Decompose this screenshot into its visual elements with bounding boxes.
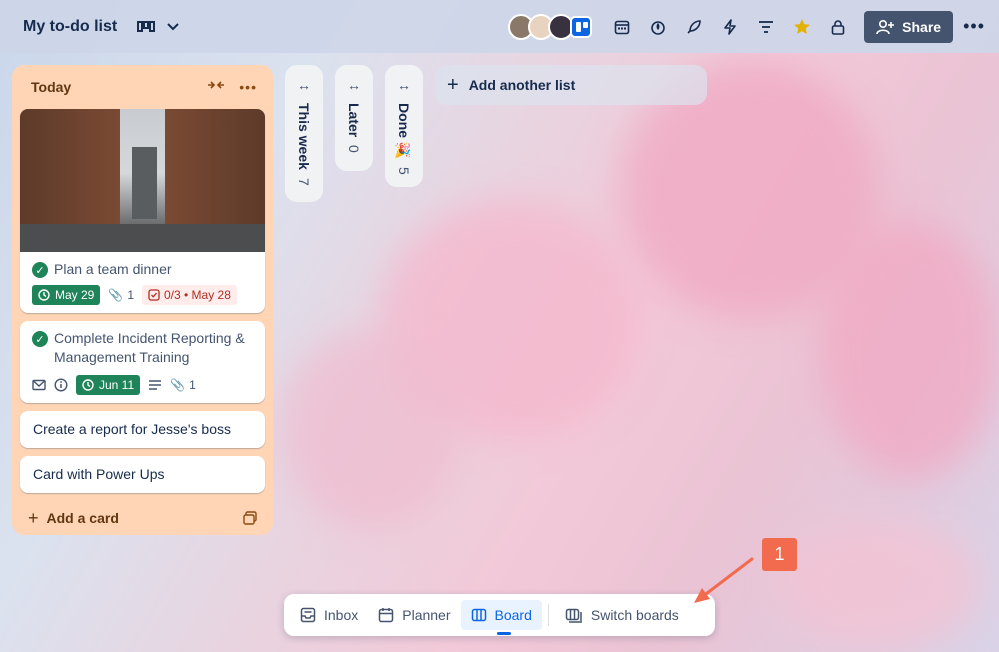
add-person-icon <box>876 19 895 34</box>
list-title: Later <box>346 103 362 138</box>
card-count: 0 <box>346 145 362 154</box>
board-menu-more-icon[interactable]: ••• <box>963 16 985 37</box>
filter-icon[interactable] <box>748 11 784 43</box>
info-icon <box>54 378 68 392</box>
due-date-text: May 29 <box>55 288 95 302</box>
list-title: Done 🎉 <box>396 103 412 159</box>
card-count: 7 <box>296 177 312 186</box>
member-avatars[interactable] <box>508 13 593 40</box>
blossom-blur <box>780 520 980 650</box>
board-view-switcher[interactable] <box>137 20 179 34</box>
nav-switch-boards[interactable]: Switch boards <box>555 600 689 630</box>
nav-inbox[interactable]: Inbox <box>290 600 368 630</box>
list-done-collapsed[interactable]: ↔ Done 🎉 5 <box>385 65 423 187</box>
card-title: Complete Incident Reporting & Management… <box>54 330 245 365</box>
nav-label: Planner <box>402 607 451 623</box>
due-date-text: Jun 11 <box>99 378 135 392</box>
nav-divider <box>547 604 549 626</box>
rocket-icon[interactable] <box>676 11 712 43</box>
bottom-navigation: Inbox Planner Board Switch boards <box>284 594 715 636</box>
nav-planner[interactable]: Planner <box>368 600 460 630</box>
attachment-count: 1 <box>189 378 196 392</box>
automation-bolt-icon[interactable] <box>712 11 748 43</box>
expand-list-icon[interactable]: ↔ <box>297 77 311 93</box>
card-template-icon[interactable] <box>243 511 257 525</box>
list-header: Today ••• <box>20 73 265 101</box>
clock-icon <box>38 289 50 301</box>
plus-icon: + <box>447 73 459 96</box>
calendar-icon <box>379 608 394 623</box>
board-title[interactable]: My to-do list <box>23 18 117 36</box>
complete-check-icon[interactable]: ✓ <box>32 262 48 278</box>
nav-label: Switch boards <box>590 607 679 623</box>
paperclip-icon: 📎 <box>108 288 124 302</box>
switch-boards-icon <box>565 608 582 623</box>
card-title: Plan a team dinner <box>54 261 172 277</box>
card-report-jesse[interactable]: Create a report for Jesse's boss <box>20 411 265 448</box>
add-list-label: Add another list <box>468 77 576 93</box>
attachments-badge: 📎 1 <box>108 288 134 302</box>
calendar-powerup-icon[interactable] <box>604 11 640 43</box>
card-plan-team-dinner[interactable]: ✓ Plan a team dinner May 29 📎 1 0/3 • Ma… <box>20 109 265 313</box>
annotation-callout: 1 <box>762 538 797 571</box>
chevron-down-icon <box>167 22 179 30</box>
expand-list-icon[interactable]: ↔ <box>347 77 361 93</box>
checklist-text: 0/3 • May 28 <box>164 288 231 302</box>
nav-label: Inbox <box>324 607 359 623</box>
list-today: Today ••• ✓ Plan a team dinner May 29 📎 … <box>12 65 273 535</box>
list-later-collapsed[interactable]: ↔ Later 0 <box>335 65 373 171</box>
card-title: Card with Power Ups <box>33 466 165 482</box>
collapse-list-icon[interactable] <box>207 79 225 91</box>
email-icon <box>32 379 46 391</box>
inbox-icon <box>300 607 316 623</box>
due-date-badge[interactable]: May 29 <box>32 285 101 305</box>
description-icon <box>149 380 162 390</box>
due-date-badge[interactable]: Jun 11 <box>76 375 141 395</box>
checklist-icon <box>148 289 160 301</box>
list-title[interactable]: Today <box>31 79 71 95</box>
lock-icon[interactable] <box>820 11 856 43</box>
complete-check-icon[interactable]: ✓ <box>32 331 48 347</box>
plus-icon: + <box>28 507 39 528</box>
card-incident-training[interactable]: ✓ Complete Incident Reporting & Manageme… <box>20 321 265 403</box>
share-label: Share <box>902 18 942 35</box>
card-title: Create a report for Jesse's boss <box>33 421 231 437</box>
board-header: My to-do list Share ••• <box>0 0 999 53</box>
board-icon <box>471 608 486 622</box>
card-count: 5 <box>396 166 412 175</box>
card-power-ups[interactable]: Card with Power Ups <box>20 456 265 493</box>
attachment-count: 1 <box>127 288 134 302</box>
nav-board[interactable]: Board <box>460 600 542 635</box>
checklist-badge: 0/3 • May 28 <box>142 285 237 305</box>
add-card-button[interactable]: + Add a card <box>20 503 265 533</box>
card-cover-image <box>20 109 265 252</box>
attachments-badge: 📎 1 <box>170 378 196 392</box>
add-card-label: Add a card <box>46 510 119 526</box>
list-title: This week <box>296 103 312 170</box>
list-this-week-collapsed[interactable]: ↔ This week 7 <box>285 65 323 202</box>
nav-label: Board <box>494 607 532 623</box>
star-icon[interactable] <box>784 11 820 43</box>
add-another-list-button[interactable]: + Add another list <box>435 65 707 105</box>
blossom-blur <box>280 330 460 530</box>
blossom-blur <box>820 220 999 480</box>
share-button[interactable]: Share <box>864 10 954 43</box>
flame-powerup-icon[interactable] <box>640 11 676 43</box>
clock-icon <box>82 379 94 391</box>
board-view-icon <box>137 20 156 32</box>
paperclip-icon: 📎 <box>170 378 186 392</box>
expand-list-icon[interactable]: ↔ <box>397 77 411 93</box>
list-menu-icon[interactable]: ••• <box>239 79 257 95</box>
annotation-arrow <box>694 557 754 603</box>
trello-logo-icon <box>570 15 593 38</box>
